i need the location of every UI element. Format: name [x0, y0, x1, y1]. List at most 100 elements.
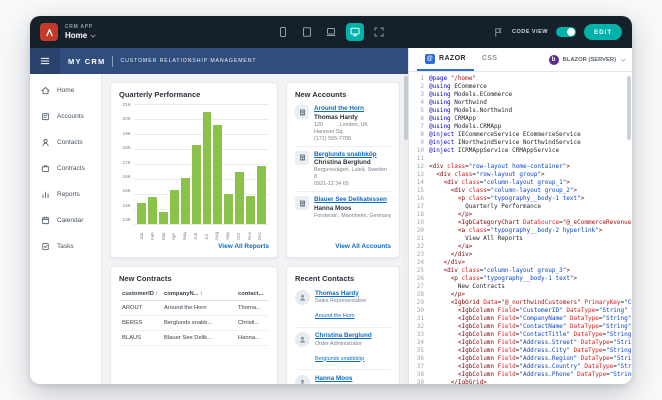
chart-bar: [169, 189, 179, 224]
code-line: 17 Quarterly Performance: [409, 203, 632, 211]
toolbar-right: CODE VIEW EDIT: [493, 24, 622, 40]
contracts-cell: Christi...: [235, 315, 269, 331]
tab-razor[interactable]: @ RAZOR: [417, 48, 474, 71]
line-number: 18: [416, 211, 424, 218]
line-number: 10: [416, 147, 424, 154]
code-line: 3 @using Models.ECommerce: [409, 91, 632, 99]
runtime-label: BLAZOR (SERVER): [562, 56, 616, 63]
line-number: 11: [416, 155, 424, 162]
flag-button[interactable]: [493, 27, 504, 38]
line-number: 36: [416, 355, 424, 362]
contracts-row[interactable]: AROUT Around the Horn Thoma...: [119, 300, 269, 316]
sidebar-item-tasks[interactable]: Tasks: [30, 233, 101, 259]
chart-bar: [235, 171, 245, 224]
fullscreen-button[interactable]: [370, 23, 388, 41]
code-line: 19 <IgbCategoryChart DataSource="@_eComm…: [409, 219, 632, 227]
code-line: 6 @using CRMApp: [409, 115, 632, 123]
tablet-preview-button[interactable]: [298, 23, 316, 41]
blazor-icon: b: [548, 54, 559, 65]
account-info: Blauer See Delikatessen Hanna Moos Forster…: [314, 196, 391, 219]
code-line: 29 <IgbGrid Data="@_northwindCustomers" …: [409, 299, 632, 307]
chart-bar: [147, 197, 157, 224]
account-list-item: Around the Horn Thomas Hardy 120 , London,…: [295, 101, 391, 147]
code-line: 8 @inject IECommerceService ECommerceServ…: [409, 131, 632, 139]
view-all-reports-link[interactable]: View All Reports: [218, 240, 269, 250]
runtime-selector[interactable]: b BLAZOR (SERVER): [548, 48, 626, 71]
contact-name-link[interactable]: Thomas Hardy: [315, 290, 366, 297]
page-selector[interactable]: Home: [65, 31, 96, 40]
contact-name-link[interactable]: Hanna Moos: [315, 375, 352, 382]
preview-scrollbar-thumb[interactable]: [403, 76, 408, 140]
top-toolbar: CRM APP Home CODE VIEW EDIT: [30, 16, 632, 48]
phone-preview-button[interactable]: [274, 23, 292, 41]
sidebar-item-reports[interactable]: Reports: [30, 181, 101, 207]
edit-button[interactable]: EDIT: [583, 24, 622, 40]
contracts-row[interactable]: BLAUS Blauer See Delik... Hanna...: [119, 330, 269, 346]
account-company-link[interactable]: Around the Horn: [314, 105, 368, 112]
line-number: 33: [416, 331, 424, 338]
building-icon: [299, 109, 305, 115]
line-number: 3: [420, 91, 424, 98]
sidebar-item-contracts[interactable]: Contracts: [30, 155, 101, 181]
code-line: 27 New Contracts: [409, 283, 632, 291]
x-tick-label: Jun: [192, 232, 198, 240]
code-area[interactable]: 1 @page "/home" 2 @using ECommerce 3 @using M…: [409, 72, 632, 384]
dashboard-main: Quarterly Performance 21K 20K 19K 18K 17K 16K…: [102, 74, 408, 384]
appbuilder-window: CRM APP Home CODE VIEW EDIT MY CRM CUSTO…: [30, 16, 632, 384]
monitor-icon: [350, 27, 360, 37]
hamburger-menu-button[interactable]: [30, 48, 60, 74]
sidebar-item-label: Contacts: [57, 138, 83, 146]
person-icon: [299, 294, 306, 301]
contact-name-link[interactable]: Christina Berglund: [315, 332, 372, 339]
code-line: 11: [409, 155, 632, 163]
sidebar-item-contacts[interactable]: Contacts: [30, 129, 101, 155]
page-background: CRM APP Home CODE VIEW EDIT MY CRM CUSTO…: [0, 0, 662, 400]
line-number: 4: [420, 99, 424, 106]
sidebar-item-calendar[interactable]: Calendar: [30, 207, 101, 233]
account-contact-name: Christina Berglund: [314, 159, 371, 166]
contact-company-link[interactable]: Around the Horn: [315, 313, 355, 319]
line-number: 24: [416, 259, 424, 266]
laptop-preview-button[interactable]: [322, 23, 340, 41]
appbuilder-logo[interactable]: [40, 23, 58, 41]
contact-company-link[interactable]: Berglunds snabbköp: [315, 356, 364, 362]
account-address-line: 0921-12 34 65: [314, 181, 349, 187]
tab-css[interactable]: CSS: [474, 48, 506, 71]
contracts-column-header[interactable]: companyN... ↑: [161, 288, 235, 301]
card-title: Quarterly Performance: [119, 90, 201, 99]
sidebar-item-home[interactable]: Home: [30, 77, 101, 103]
account-company-link[interactable]: Berglunds snabbköp: [314, 151, 387, 158]
code-scrollbar[interactable]: [627, 76, 631, 140]
app-header: MY CRM CUSTOMER RELATIONSHIP MANAGEMENT: [30, 48, 408, 74]
line-number: 30: [416, 307, 424, 314]
line-number: 17: [416, 203, 424, 210]
account-company-link[interactable]: Blauer See Delikatessen: [314, 196, 391, 203]
person-icon: [299, 336, 306, 343]
chart-bars: [137, 104, 267, 224]
x-tick-label: Mar: [160, 232, 166, 240]
card-title: New Contracts: [119, 274, 172, 283]
account-info: Berglunds snabbköp Christina Berglund Berg…: [314, 151, 387, 188]
chart-gridline: [134, 224, 269, 225]
code-line: 18 </p>: [409, 211, 632, 219]
home-icon: [41, 86, 50, 94]
sidebar-item-label: Accounts: [57, 112, 84, 120]
app-body: Home Accounts Contacts Contracts Reports Cale…: [30, 74, 408, 384]
y-tick-label: 18K: [122, 146, 131, 152]
contracts-row[interactable]: BERGS Berglunds snabb... Christi...: [119, 315, 269, 331]
line-number: 6: [420, 115, 424, 122]
code-line: 37 <IgbColumn Field="Address.Country" Da…: [409, 363, 632, 371]
line-number: 38: [416, 371, 424, 378]
line-number: 34: [416, 339, 424, 346]
line-number: 31: [416, 315, 424, 322]
code-line: 15 <div class="column-layout group_2">: [409, 187, 632, 195]
desktop-preview-button[interactable]: [346, 23, 364, 41]
account-info: Around the Horn Thomas Hardy 120 , London,…: [314, 105, 368, 142]
preview-scrollbar[interactable]: [403, 74, 408, 384]
view-all-accounts-link[interactable]: View All Accounts: [335, 240, 391, 250]
code-view-toggle[interactable]: [555, 27, 576, 37]
code-line: 9 @inject INorthwindService NorthwindServ…: [409, 139, 632, 147]
contracts-column-header[interactable]: contact...: [235, 288, 269, 301]
sidebar-item-accounts[interactable]: Accounts: [30, 103, 101, 129]
contracts-column-header[interactable]: customerID ↑: [119, 288, 161, 301]
